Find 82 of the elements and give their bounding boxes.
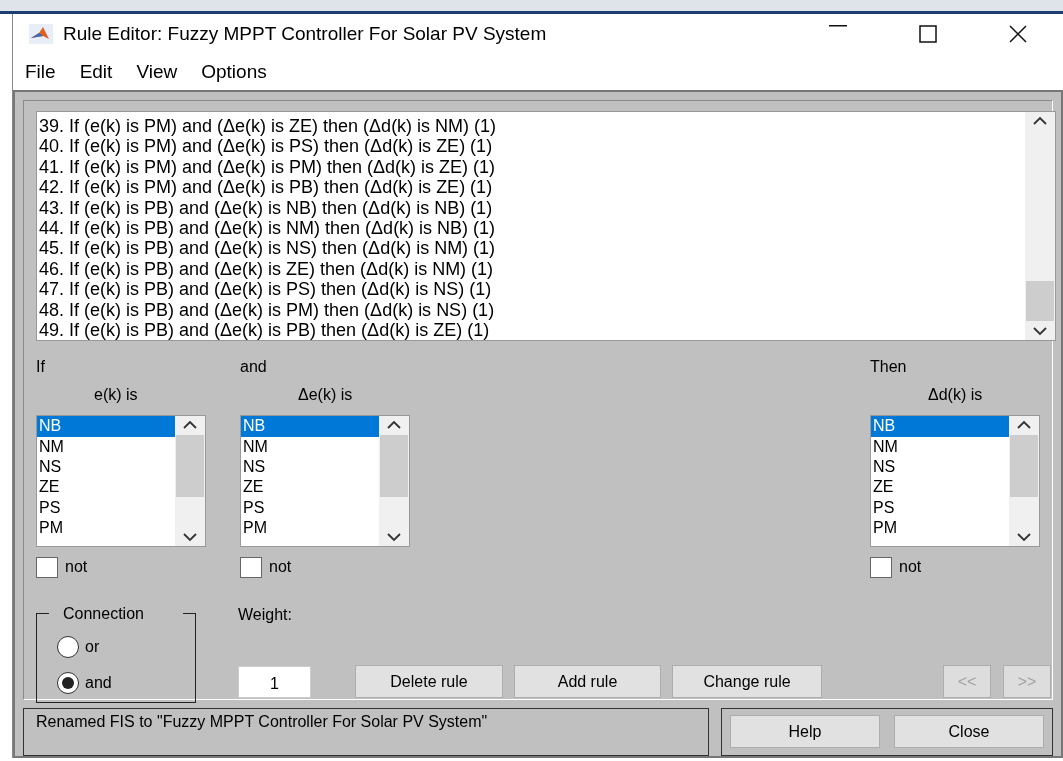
window-title: Rule Editor: Fuzzy MPPT Controller For Solar PV System — [63, 22, 547, 47]
weight-field[interactable]: 1 — [238, 666, 311, 699]
rule-item[interactable]: 44. If (e(k) is PB) and (Δe(k) is NM) then (Δd(k) is NB) (1) — [39, 218, 1025, 239]
term-listbox[interactable]: NB NM NS ZE PS PM — [240, 415, 410, 548]
list-item[interactable]: NS — [37, 457, 175, 478]
checkbox-label: not — [899, 557, 922, 578]
scrollbar[interactable] — [175, 416, 205, 547]
rule-item[interactable]: 42. If (e(k) is PM) and (Δe(k) is PB) then (Δd(k) is ZE) (1) — [39, 177, 1025, 198]
rule-item[interactable]: 40. If (e(k) is PM) and (Δe(k) is PS) then (Δd(k) is ZE) (1) — [39, 136, 1025, 157]
scroll-down-icon — [1033, 327, 1047, 337]
action-button[interactable]: Delete rule — [355, 665, 503, 699]
menu-item[interactable]: Options — [201, 58, 267, 87]
scrollbar[interactable] — [1025, 112, 1055, 341]
list-item[interactable]: NM — [37, 436, 175, 458]
output-heading: Then — [870, 357, 908, 378]
term-listbox[interactable]: NB NM NS ZE PS PM — [870, 415, 1040, 548]
scroll-up-icon — [183, 420, 197, 430]
dialog-button[interactable]: Close — [894, 715, 1044, 748]
list-item[interactable]: NB — [871, 416, 1009, 437]
variable-caption: Δd(k) is — [927, 385, 984, 406]
rule-item[interactable]: 46. If (e(k) is PB) and (Δe(k) is ZE) then (Δd(k) is NM) (1) — [39, 258, 1025, 280]
variable-caption: Δe(k) is — [297, 385, 354, 406]
radio-label: and — [85, 673, 112, 694]
scroll-down-icon — [387, 533, 401, 543]
list-item[interactable]: PM — [241, 517, 379, 539]
list-item[interactable]: NS — [241, 457, 379, 478]
scroll-thumb[interactable] — [380, 435, 408, 498]
input-heading: If — [36, 357, 46, 378]
scroll-up-icon — [1017, 420, 1031, 430]
radio-button[interactable] — [57, 636, 79, 659]
list-item[interactable]: ZE — [241, 477, 379, 498]
list-item[interactable]: NB — [241, 416, 379, 437]
rule-item[interactable]: 39. If (e(k) is PM) and (Δe(k) is ZE) then (Δd(k) is NM) (1) — [39, 116, 1025, 137]
list-item[interactable]: NS — [871, 457, 1009, 478]
list-item[interactable]: PM — [37, 517, 175, 539]
scroll-thumb[interactable] — [1010, 435, 1038, 498]
not-checkbox[interactable] — [870, 556, 892, 578]
scroll-up-icon — [1033, 116, 1047, 125]
rule-item[interactable]: 49. If (e(k) is PB) and (Δe(k) is PB) then (Δd(k) is ZE) (1) — [39, 320, 1025, 341]
minimize-icon — [829, 25, 847, 28]
list-item[interactable]: ZE — [37, 477, 175, 498]
input-heading: and — [240, 357, 268, 378]
menu-item[interactable]: Edit — [79, 58, 113, 87]
action-button[interactable]: Change rule — [672, 665, 822, 699]
rule-item[interactable]: 47. If (e(k) is PB) and (Δe(k) is PS) then (Δd(k) is NS) (1) — [39, 279, 1025, 300]
maximize-icon — [919, 25, 937, 44]
radio-label: or — [85, 637, 100, 658]
action-button[interactable]: Add rule — [514, 665, 661, 699]
scrollbar[interactable] — [379, 416, 409, 547]
menu-item[interactable]: File — [25, 58, 56, 87]
checkbox-label: not — [65, 557, 88, 578]
app-logo-icon — [29, 24, 53, 45]
rule-list[interactable] — [36, 111, 1056, 342]
rule-item[interactable]: 45. If (e(k) is PB) and (Δe(k) is NS) then (Δd(k) is NM) (1) — [39, 238, 1025, 259]
rule-item[interactable]: 41. If (e(k) is PM) and (Δe(k) is PM) then (Δd(k) is ZE) (1) — [39, 156, 1025, 178]
list-item[interactable]: NM — [871, 436, 1009, 458]
list-item[interactable]: NB — [37, 416, 175, 437]
rule-item[interactable]: 43. If (e(k) is PB) and (Δe(k) is NB) then (Δd(k) is NB) (1) — [39, 197, 1025, 219]
scroll-down-icon — [183, 533, 197, 543]
not-checkbox[interactable] — [36, 556, 58, 578]
list-item[interactable]: PS — [871, 497, 1009, 518]
not-checkbox[interactable] — [240, 556, 262, 578]
variable-caption: e(k) is — [93, 385, 139, 406]
weight-label: Weight: — [238, 605, 293, 626]
list-item[interactable]: PS — [37, 497, 175, 518]
status-message: Renamed FIS to "Fuzzy MPPT Controller For Solar PV System" — [23, 708, 709, 756]
menu-item[interactable]: View — [136, 58, 178, 87]
rule-item[interactable]: 48. If (e(k) is PB) and (Δe(k) is PM) then (Δd(k) is NS) (1) — [39, 299, 1025, 321]
scroll-down-icon — [1017, 533, 1031, 543]
list-item[interactable]: ZE — [871, 477, 1009, 498]
list-item[interactable]: PS — [241, 497, 379, 518]
list-item[interactable]: PM — [871, 517, 1009, 539]
dialog-button[interactable]: Help — [730, 715, 880, 748]
scroll-thumb[interactable] — [176, 435, 204, 498]
scrollbar[interactable] — [1009, 416, 1039, 547]
scroll-thumb[interactable] — [1026, 281, 1054, 322]
close-icon — [1009, 25, 1027, 44]
checkbox-label: not — [269, 557, 292, 578]
radio-button[interactable] — [57, 672, 79, 695]
scroll-up-icon — [387, 420, 401, 430]
term-listbox[interactable]: NB NM NS ZE PS PM — [36, 415, 206, 548]
list-item[interactable]: NM — [241, 436, 379, 458]
